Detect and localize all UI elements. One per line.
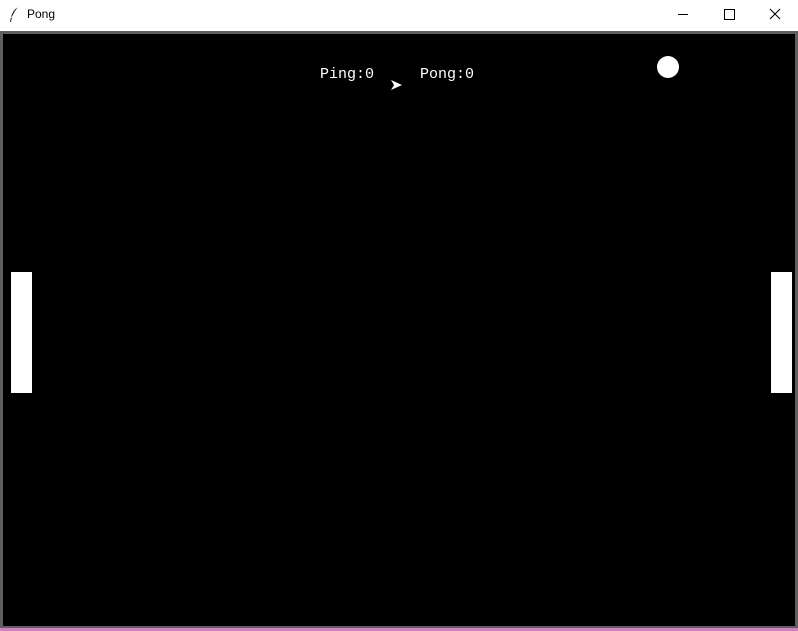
maximize-icon <box>724 9 735 20</box>
left-paddle <box>11 272 32 393</box>
pong-score: Pong:0 <box>420 66 475 83</box>
title-bar[interactable]: Pong <box>0 0 798 30</box>
maximize-button[interactable] <box>706 0 752 30</box>
ball <box>657 56 679 78</box>
game-canvas-border: Ping:0 Pong:0 <box>0 31 798 628</box>
close-button[interactable] <box>752 0 798 30</box>
close-icon <box>769 8 781 20</box>
minimize-button[interactable] <box>660 0 706 30</box>
arrow-cursor-icon <box>391 77 403 95</box>
window-title: Pong <box>27 7 56 21</box>
feather-icon <box>7 6 21 24</box>
game-canvas[interactable]: Ping:0 Pong:0 <box>3 34 795 626</box>
right-paddle <box>771 272 792 393</box>
ping-score: Ping:0 <box>320 66 375 83</box>
minimize-icon <box>678 14 688 15</box>
